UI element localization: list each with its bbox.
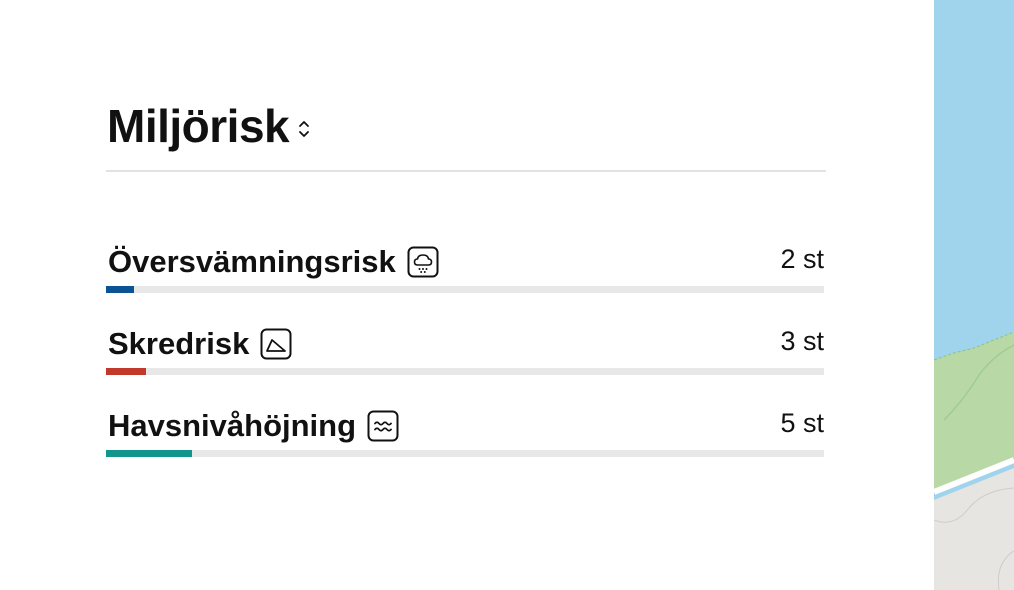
risk-row-sea-level[interactable]: Havsnivåhöjning 5 st <box>106 402 824 462</box>
risk-bar-fill <box>106 450 193 457</box>
risk-count: 2 st <box>780 244 824 274</box>
sort-updown-icon[interactable] <box>297 118 311 140</box>
environmental-risk-panel: Miljörisk Översvämningsrisk 2 st Skredri… <box>0 0 934 590</box>
risk-count: 5 st <box>780 408 824 438</box>
risk-bar-track <box>106 286 824 293</box>
landslide-slope-icon <box>260 328 292 360</box>
risk-bar-track <box>106 368 824 375</box>
risk-row-landslide[interactable]: Skredrisk 3 st <box>106 320 824 380</box>
map-view[interactable] <box>934 0 1014 590</box>
header-divider <box>106 170 826 172</box>
risk-count: 3 st <box>780 326 824 356</box>
section-header[interactable]: Miljörisk <box>107 98 311 154</box>
waves-icon <box>367 410 399 442</box>
page-title: Miljörisk <box>107 100 290 152</box>
risk-label: Skredrisk <box>108 326 250 361</box>
risk-bar-fill <box>106 368 147 375</box>
risk-bar-track <box>106 450 824 457</box>
risk-label: Översvämningsrisk <box>108 244 396 279</box>
risk-bar-fill <box>106 286 134 293</box>
risk-label: Havsnivåhöjning <box>108 408 357 443</box>
cloud-rain-icon <box>407 246 439 278</box>
risk-row-flood[interactable]: Översvämningsrisk 2 st <box>106 238 824 298</box>
